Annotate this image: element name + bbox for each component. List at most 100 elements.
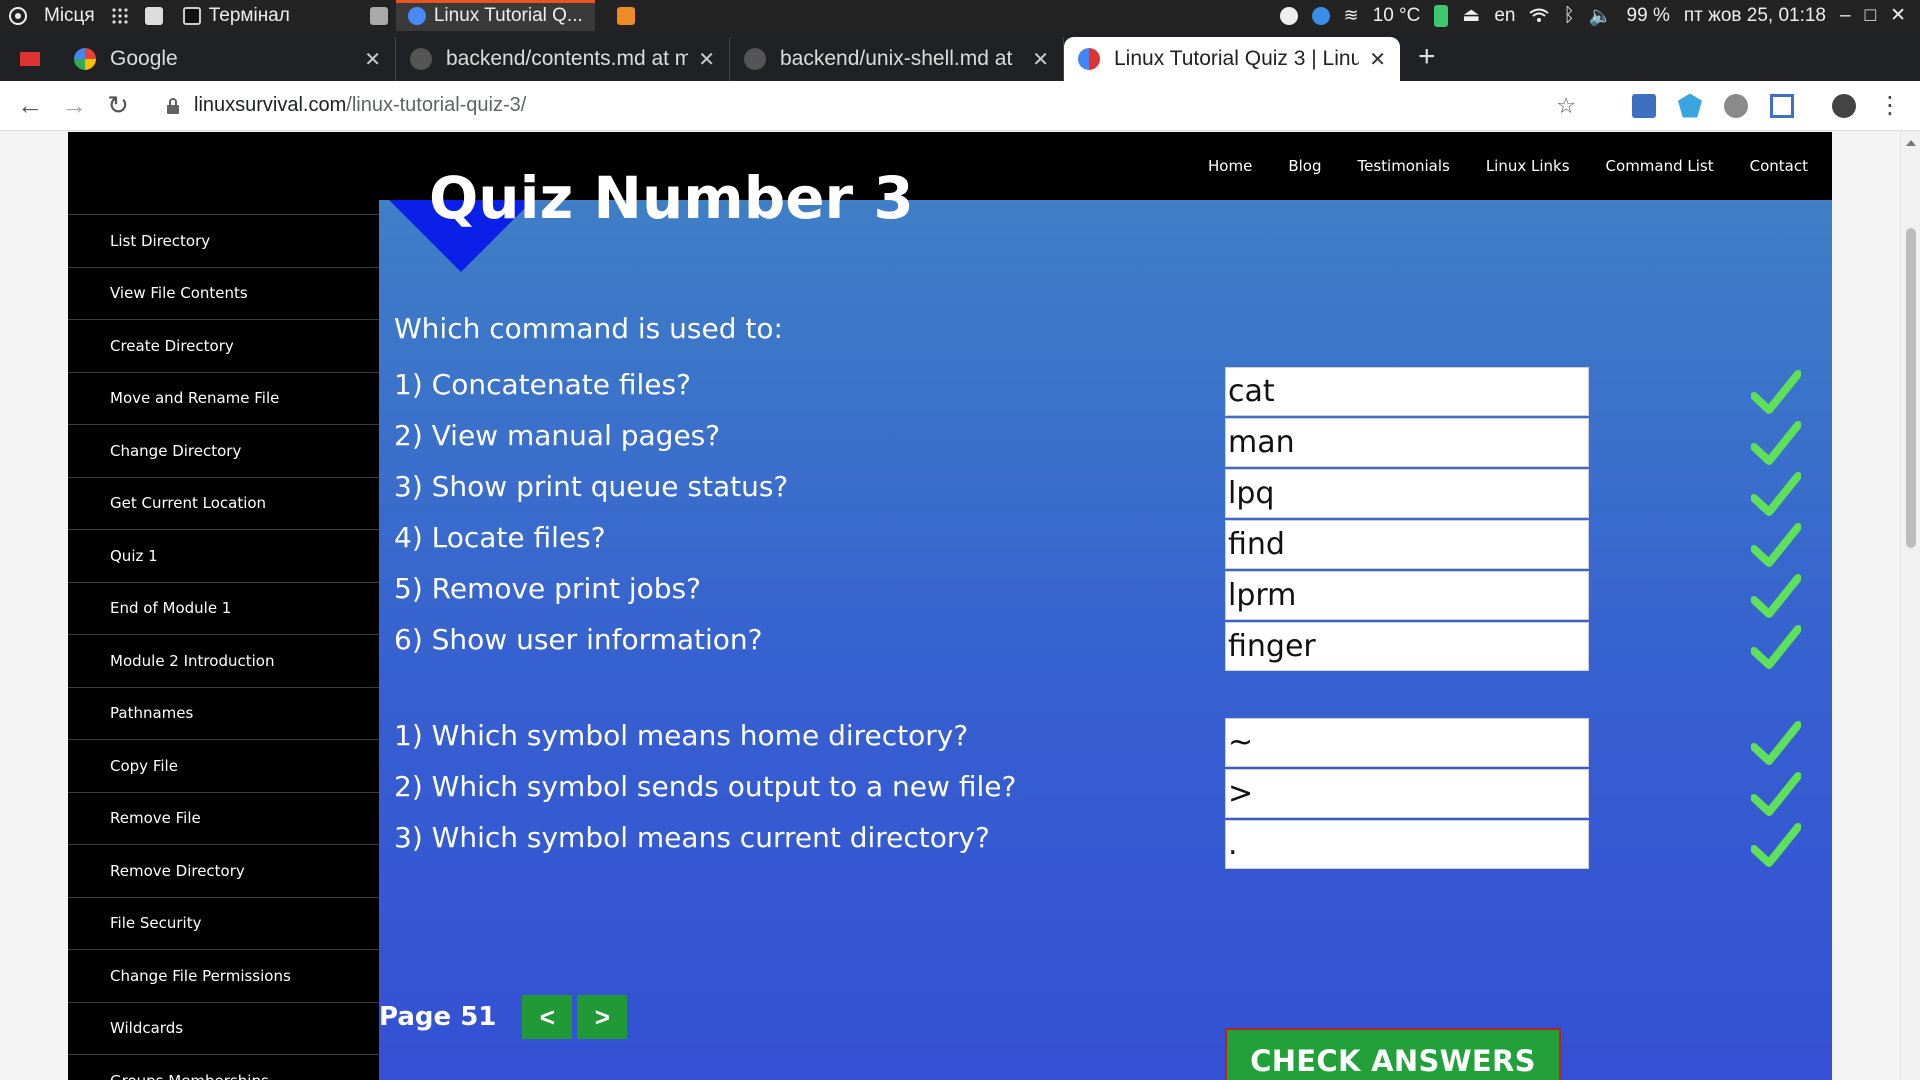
save-extension-icon[interactable]: [1632, 93, 1656, 118]
page-scrollbar[interactable]: [1900, 132, 1920, 1080]
record-icon[interactable]: [1279, 6, 1298, 25]
sidebar-item[interactable]: Remove Directory: [68, 844, 379, 897]
sidebar-item[interactable]: Module 2 Introduction: [68, 634, 379, 687]
answer-input[interactable]: lprm: [1225, 571, 1589, 620]
question-label: 6) Show user information?: [394, 623, 763, 656]
minimize-icon[interactable]: –: [1840, 5, 1851, 27]
answer-input[interactable]: cat: [1225, 367, 1589, 416]
text-editor-task[interactable]: [137, 0, 171, 31]
telegram-icon[interactable]: [1311, 6, 1330, 25]
answer-input[interactable]: ~: [1225, 718, 1589, 767]
answer-input[interactable]: >: [1225, 769, 1589, 818]
checkmark-icon: [1751, 421, 1801, 465]
wifi-icon[interactable]: [1529, 8, 1550, 24]
sidebar-item[interactable]: End of Module 1: [68, 581, 379, 635]
bluetooth-icon[interactable]: ᛒ: [1563, 5, 1574, 27]
google-icon: [74, 48, 96, 70]
eject-icon[interactable]: ⏏: [1462, 4, 1480, 27]
maximize-icon[interactable]: □: [1865, 5, 1876, 27]
nav-contact[interactable]: Contact: [1750, 157, 1808, 175]
sidebar-item[interactable]: Quiz 1: [68, 529, 379, 582]
page-viewport: Home Blog Testimonials Linux Links Comma…: [0, 132, 1920, 1080]
profile-avatar-icon[interactable]: [1832, 93, 1856, 118]
sidebar-item[interactable]: List Directory: [68, 214, 379, 267]
prev-page-button[interactable]: <: [522, 995, 573, 1039]
file-manager-task[interactable]: [362, 0, 396, 31]
battery[interactable]: 99 %: [1627, 5, 1670, 27]
sidebar-item[interactable]: Get Current Location: [68, 476, 379, 530]
tab-title: backend/unix-shell.md at: [780, 47, 1013, 70]
nav-command-list[interactable]: Command List: [1606, 157, 1714, 175]
close-tab-icon[interactable]: ✕: [364, 47, 381, 72]
check-answers-button[interactable]: CHECK ANSWERS: [1225, 1028, 1561, 1080]
tab-linux-quiz[interactable]: Linux Tutorial Quiz 3 | Linu ✕: [1064, 37, 1400, 81]
answer-input[interactable]: lpq: [1225, 469, 1589, 518]
nav-blog[interactable]: Blog: [1288, 157, 1321, 175]
sidebar-item[interactable]: Change File Permissions: [68, 949, 379, 1002]
sidebar-item[interactable]: Wildcards: [68, 1001, 379, 1055]
close-tab-icon[interactable]: ✕: [1032, 47, 1049, 72]
browser-toolbar: ← → ↻ linuxsurvival.com/linux-tutorial-q…: [0, 81, 1920, 131]
nav-home[interactable]: Home: [1208, 157, 1252, 175]
back-icon[interactable]: ←: [8, 84, 52, 128]
answer-input[interactable]: finger: [1225, 622, 1589, 671]
sidebar-item[interactable]: Move and Rename File: [68, 371, 379, 425]
terminal-task-label: Термінал: [208, 4, 290, 26]
close-tab-icon[interactable]: ✕: [698, 47, 715, 72]
sidebar-item[interactable]: Copy File: [68, 739, 379, 792]
tab-google[interactable]: Google ✕: [60, 37, 396, 81]
text-editor-icon: [144, 6, 163, 25]
close-tab-icon[interactable]: ✕: [1369, 47, 1386, 72]
next-page-button[interactable]: >: [577, 995, 628, 1039]
scrollbar-thumb[interactable]: [1906, 228, 1916, 548]
reload-icon[interactable]: ↻: [96, 84, 140, 128]
question-label: 3) Which symbol means current directory?: [394, 821, 990, 854]
sidebar-item[interactable]: File Security: [68, 896, 379, 950]
forward-icon[interactable]: →: [52, 84, 96, 128]
tab-github-contents[interactable]: backend/contents.md at m ✕: [396, 37, 730, 81]
temperature[interactable]: 10 °C: [1373, 5, 1421, 27]
sublime-task[interactable]: [609, 0, 643, 31]
page-title: Quiz Number 3: [429, 164, 914, 232]
answer-input[interactable]: find: [1225, 520, 1589, 569]
crop-extension-icon[interactable]: [1770, 93, 1794, 118]
pager: Page 51 < >: [379, 995, 632, 1039]
volume-icon[interactable]: 🔈: [1589, 4, 1613, 28]
address-bar[interactable]: linuxsurvival.com/linux-tutorial-quiz-3/…: [150, 86, 1590, 125]
scroll-up-icon[interactable]: [1906, 140, 1916, 146]
lock-icon[interactable]: [166, 97, 180, 114]
system-monitor-icon[interactable]: [1434, 4, 1449, 27]
sidebar-item[interactable]: Change Directory: [68, 424, 379, 477]
menu-kebab-icon[interactable]: ⋮: [1878, 91, 1902, 120]
nav-linux-links[interactable]: Linux Links: [1486, 157, 1570, 175]
gear-extension-icon[interactable]: [1724, 93, 1748, 118]
keyboard-layout[interactable]: en: [1494, 5, 1515, 27]
sidebar-item[interactable]: Pathnames: [68, 686, 379, 740]
tab-title: backend/contents.md at m: [446, 47, 689, 70]
site-container: Home Blog Testimonials Linux Links Comma…: [68, 132, 1832, 1080]
checkmark-icon: [1751, 625, 1801, 669]
tab-github-unix-shell[interactable]: backend/unix-shell.md at ✕: [730, 37, 1064, 81]
answer-input[interactable]: man: [1225, 418, 1589, 467]
shield-extension-icon[interactable]: [1678, 93, 1702, 118]
browser-task[interactable]: Linux Tutorial Q...: [395, 0, 595, 31]
sidebar-item[interactable]: Remove File: [68, 791, 379, 845]
page-number: Page 51: [379, 1002, 497, 1032]
datetime[interactable]: пт жов 25, 01:18: [1684, 5, 1826, 27]
sidebar-item[interactable]: Groups Memberships: [68, 1054, 379, 1080]
ubuntu-icon: [9, 6, 27, 25]
checkmark-icon: [1751, 472, 1801, 516]
places-menu[interactable]: Місця: [36, 0, 103, 31]
new-tab-button[interactable]: +: [1400, 37, 1454, 81]
tab-search-icon[interactable]: [0, 37, 60, 81]
close-window-icon[interactable]: ✕: [1890, 4, 1906, 27]
terminal-task[interactable]: Термінал: [171, 0, 302, 31]
answer-input[interactable]: .: [1225, 820, 1589, 869]
apps-grid-icon[interactable]: [103, 0, 137, 31]
sidebar-item[interactable]: Create Directory: [68, 319, 379, 372]
bookmark-star-icon[interactable]: ☆: [1556, 93, 1576, 119]
sidebar-item[interactable]: View File Contents: [68, 266, 379, 320]
nav-testimonials[interactable]: Testimonials: [1357, 157, 1449, 175]
linuxsurvival-icon: [1078, 48, 1100, 70]
activities-button[interactable]: [0, 0, 36, 31]
